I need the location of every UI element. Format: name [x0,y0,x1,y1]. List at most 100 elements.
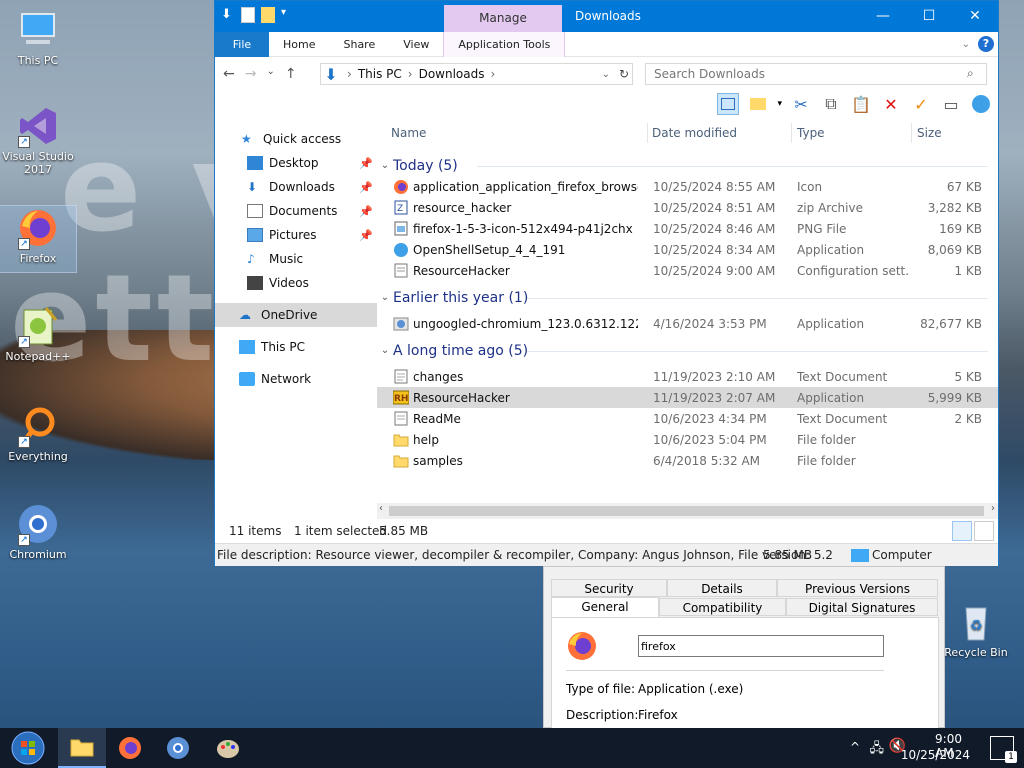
tab-general[interactable]: General [551,597,659,617]
group-header-a-long-time-ago[interactable]: ⌄ A long time ago (5) [377,340,998,361]
horizontal-scrollbar[interactable]: ‹ › [377,503,998,519]
properties-check-icon[interactable] [241,7,255,23]
taskbar-firefox[interactable] [106,728,154,768]
customize-toolbar-icon[interactable]: ▾ [281,7,295,23]
column-date-modified[interactable]: Date modified [652,126,737,140]
paste-icon[interactable]: 📋 [850,93,872,115]
minimize-button[interactable]: — [860,1,906,32]
recent-locations-icon[interactable]: ⌄ [266,66,274,82]
breadcrumb-separator-icon[interactable]: › [490,67,495,81]
desktop-icon-visual-studio[interactable]: ↗ Visual Studio 2017 [0,104,76,176]
tab-manage[interactable]: Manage [444,5,562,32]
close-button[interactable]: ✕ [952,1,998,32]
delete-icon[interactable]: ✕ [880,93,902,115]
clock-date[interactable]: 10/25/2024 [901,748,970,762]
start-button[interactable] [4,728,52,768]
desktop-icon-recycle-bin[interactable]: ♻ Recycle Bin [938,600,1014,659]
forward-button[interactable]: → [245,66,257,82]
tab-file[interactable]: File [215,31,269,57]
desktop-icon-this-pc[interactable]: This PC [0,8,76,67]
tab-details[interactable]: Details [667,579,777,597]
taskbar-chromium[interactable] [154,728,202,768]
column-separator[interactable] [647,123,648,143]
tab-home[interactable]: Home [269,32,329,57]
taskbar-file-explorer[interactable] [58,728,106,768]
tab-share[interactable]: Share [329,32,389,57]
scrollbar-thumb[interactable] [389,506,984,516]
taskbar-resource-hacker[interactable] [204,728,252,768]
breadcrumb-downloads[interactable]: Downloads [419,67,485,81]
open-shell-icon[interactable] [970,93,992,115]
scroll-right-icon[interactable]: › [991,503,995,514]
desktop-icon-notepad-plus-plus[interactable]: ↗ Notepad++ [0,304,76,363]
column-name[interactable]: Name [391,126,426,140]
tab-digital-signatures[interactable]: Digital Signatures [786,598,938,616]
table-row[interactable]: ReadMe 10/6/2023 4:34 PM Text Document 2… [377,408,998,429]
address-dropdown-icon[interactable]: ⌄ [602,69,610,80]
nav-this-pc[interactable]: This PC [215,335,377,359]
group-header-today[interactable]: ⌄ Today (5) [377,155,998,176]
file-name-input[interactable] [638,635,884,657]
collapse-chevron-icon[interactable]: ⌄ [377,292,393,303]
tab-application-tools[interactable]: Application Tools [443,31,566,57]
rename-check-icon[interactable]: ✓ [910,93,932,115]
search-input[interactable]: Search Downloads [645,63,987,85]
nav-onedrive[interactable]: ☁ OneDrive [215,303,377,327]
breadcrumb-this-pc[interactable]: This PC [358,67,402,81]
column-size[interactable]: Size [917,126,942,140]
breadcrumb-separator-icon[interactable]: › [408,67,413,81]
nav-desktop[interactable]: Desktop 📌 [215,151,377,175]
nav-pictures[interactable]: Pictures 📌 [215,223,377,247]
copy-icon[interactable]: ⧉ [820,93,842,115]
table-row[interactable]: samples 6/4/2018 5:32 AM File folder [377,450,998,471]
tab-view[interactable]: View [389,32,443,57]
table-row[interactable]: firefox-1-5-3-icon-512x494-p41j2chx 10/2… [377,218,998,239]
title-bar[interactable]: ⬇ ▾ Manage Downloads — ☐ ✕ [215,1,998,32]
desktop-icon-chromium[interactable]: ↗ Chromium [0,502,76,561]
tab-security[interactable]: Security [551,579,667,597]
notification-button[interactable]: 1 [990,736,1017,763]
properties-icon[interactable]: ▭ [940,93,962,115]
table-row[interactable]: help 10/6/2023 5:04 PM File folder [377,429,998,450]
group-header-earlier-this-year[interactable]: ⌄ Earlier this year (1) [377,287,998,308]
column-separator[interactable] [791,123,792,143]
table-row[interactable]: ResourceHacker 10/25/2024 9:00 AM Config… [377,260,998,281]
maximize-button[interactable]: ☐ [906,1,952,32]
nav-quick-access[interactable]: ★ Quick access [215,127,377,151]
new-folder-icon[interactable] [747,93,769,115]
preview-pane-icon[interactable] [717,93,740,115]
desktop-icon-firefox[interactable]: ↗ Firefox [0,205,77,273]
collapse-chevron-icon[interactable]: ⌄ [377,160,393,171]
column-type[interactable]: Type [797,126,825,140]
collapse-chevron-icon[interactable]: ⌄ [377,345,393,356]
dropdown-arrow-icon[interactable]: ▾ [777,99,782,109]
show-hidden-icons-icon[interactable]: ^ [850,740,860,754]
table-row[interactable]: ungoogled-chromium_123.0.6312.122-1.... … [377,313,998,334]
cut-icon[interactable]: ✂ [790,93,812,115]
table-row[interactable]: Z resource_hacker 10/25/2024 8:51 AM zip… [377,197,998,218]
back-button[interactable]: ← [223,66,235,82]
address-bar[interactable]: ⬇ › This PC › Downloads › ⌄ [320,63,633,85]
tab-compatibility[interactable]: Compatibility [659,598,786,616]
expand-ribbon-icon[interactable]: ⌄ [962,39,970,50]
details-view-button[interactable] [952,521,972,541]
table-row[interactable]: application_application_firefox_browser_… [377,176,998,197]
network-icon[interactable]: 🖧 [870,739,885,761]
new-folder-icon[interactable] [261,7,275,23]
table-row[interactable]: OpenShellSetup_4_4_191 10/25/2024 8:34 A… [377,239,998,260]
table-row[interactable]: RH ResourceHacker 11/19/2023 2:07 AM App… [377,387,998,408]
breadcrumb-separator-icon[interactable]: › [347,67,352,81]
nav-documents[interactable]: Documents 📌 [215,199,377,223]
refresh-button[interactable]: ↻ [615,63,633,85]
nav-videos[interactable]: Videos [215,271,377,295]
large-icons-view-button[interactable] [974,521,994,541]
desktop-icon-everything[interactable]: ↗ Everything [0,404,76,463]
nav-network[interactable]: Network [215,367,377,391]
scroll-left-icon[interactable]: ‹ [379,503,383,514]
nav-music[interactable]: ♪ Music [215,247,377,271]
up-button[interactable]: ↑ [285,66,297,82]
help-icon[interactable]: ? [978,36,994,52]
nav-downloads[interactable]: ⬇ Downloads 📌 [215,175,377,199]
column-separator[interactable] [911,123,912,143]
tab-previous-versions[interactable]: Previous Versions [777,579,938,597]
